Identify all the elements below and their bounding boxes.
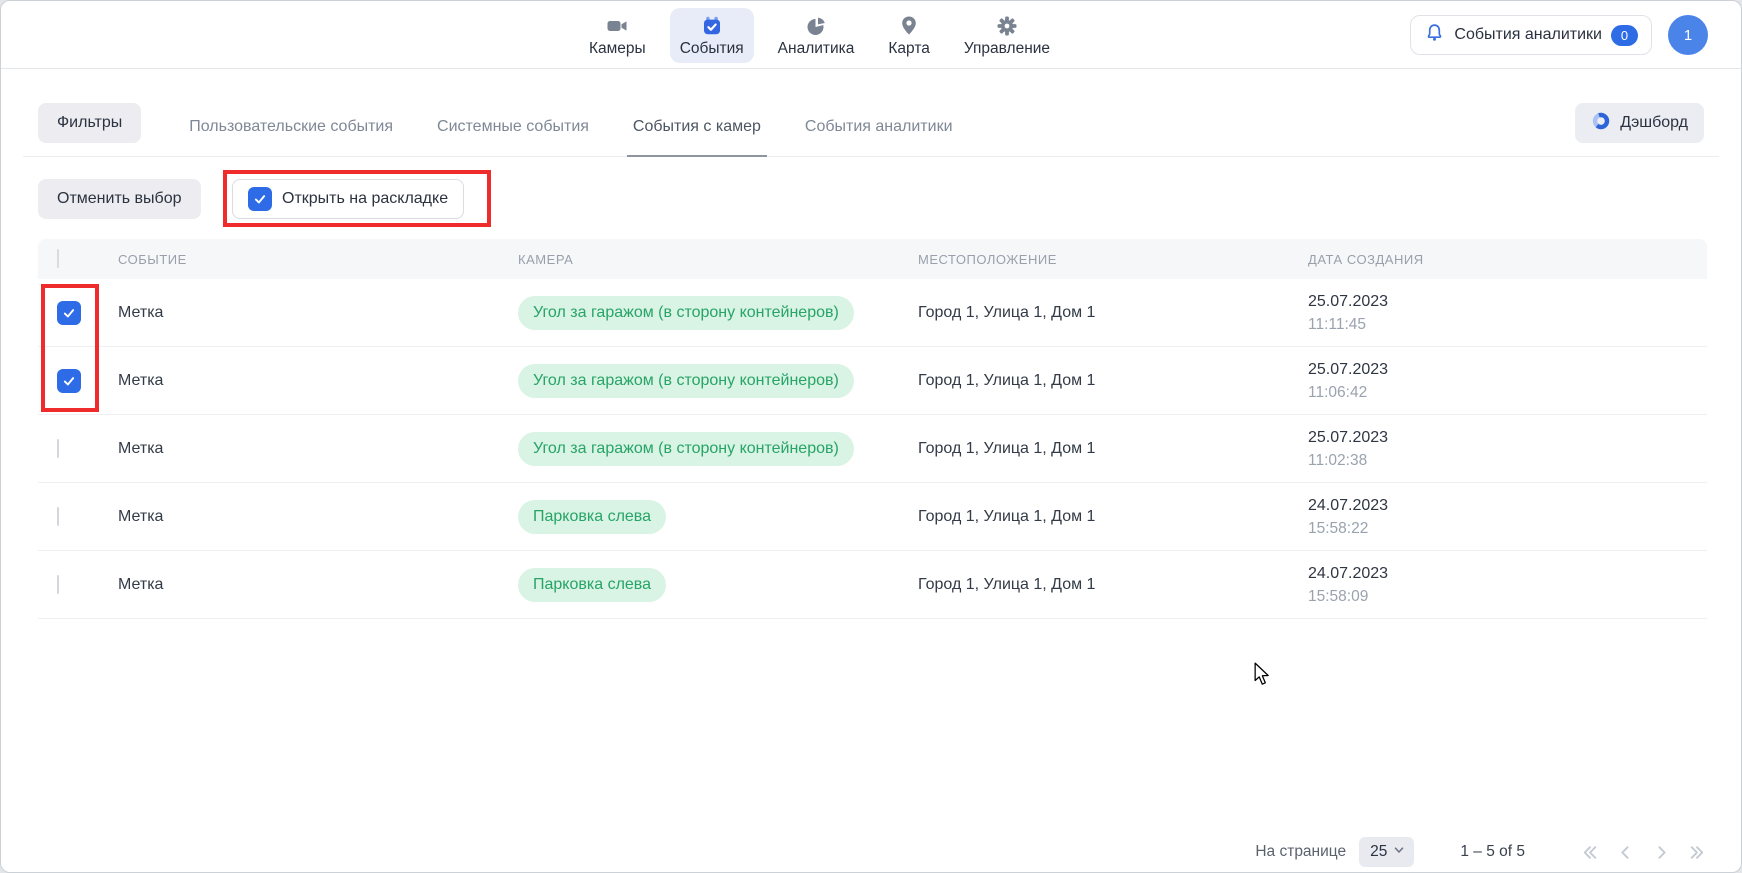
open-on-layout-label: Открыть на раскладке [282, 190, 448, 208]
nav-item-map[interactable]: Карта [878, 8, 939, 63]
user-avatar[interactable]: 1 [1668, 15, 1708, 55]
camera-tag[interactable]: Парковка слева [518, 568, 666, 602]
per-page-select[interactable]: 25 [1359, 837, 1414, 867]
created-date: 25.07.2023 [1308, 290, 1707, 313]
analytics-events-count-badge: 0 [1611, 25, 1638, 46]
created-time: 15:58:09 [1308, 585, 1707, 608]
event-name: Метка [118, 372, 518, 390]
table-row[interactable]: Метка Угол за гаражом (в сторону контейн… [38, 347, 1707, 415]
bell-icon [1424, 22, 1445, 48]
table-row[interactable]: Метка Парковка слева Город 1, Улица 1, Д… [38, 551, 1707, 619]
pagination-bar: На странице 25 1 – 5 of 5 [1255, 836, 1709, 868]
table-row[interactable]: Метка Парковка слева Город 1, Улица 1, Д… [38, 483, 1707, 551]
nav-item-management[interactable]: Управление [954, 8, 1060, 63]
donut-chart-icon [1591, 111, 1611, 136]
location-text: Город 1, Улица 1, Дом 1 [918, 440, 1308, 458]
event-name: Метка [118, 440, 518, 458]
pie-chart-icon [805, 15, 827, 37]
next-page-button[interactable] [1649, 840, 1673, 864]
row-checkbox[interactable] [57, 301, 81, 325]
last-page-button[interactable] [1685, 840, 1709, 864]
table-row[interactable]: Метка Угол за гаражом (в сторону контейн… [38, 279, 1707, 347]
event-name: Метка [118, 576, 518, 594]
filters-button[interactable]: Фильтры [38, 103, 141, 143]
nav-item-cameras[interactable]: Камеры [579, 8, 656, 63]
app-window: Камеры События [0, 0, 1742, 873]
event-name: Метка [118, 304, 518, 322]
gear-icon [996, 15, 1018, 37]
nav-item-events[interactable]: События [670, 8, 754, 63]
open-on-layout-toggle[interactable]: Открыть на раскладке [232, 179, 464, 219]
video-camera-icon [606, 15, 628, 37]
header-right-group: События аналитики 0 1 [1410, 15, 1708, 55]
nav-label: Камеры [589, 40, 646, 58]
created-time: 15:58:22 [1308, 517, 1707, 540]
table-header-row: СОБЫТИЕ КАМЕРА МЕСТОПОЛОЖЕНИЕ ДАТА СОЗДА… [38, 239, 1707, 279]
per-page-value: 25 [1370, 843, 1387, 861]
events-table: СОБЫТИЕ КАМЕРА МЕСТОПОЛОЖЕНИЕ ДАТА СОЗДА… [38, 239, 1707, 619]
pagination-range: 1 – 5 of 5 [1460, 843, 1525, 861]
camera-tag[interactable]: Угол за гаражом (в сторону контейнеров) [518, 432, 854, 466]
created-time: 11:06:42 [1308, 381, 1707, 404]
per-page-label: На странице [1255, 843, 1346, 861]
tab-system-events[interactable]: Системные события [437, 101, 589, 156]
tab-analytics-events[interactable]: События аналитики [805, 101, 953, 156]
select-all-checkbox[interactable] [57, 249, 59, 268]
calendar-event-icon [701, 15, 723, 37]
analytics-events-label: События аналитики [1454, 26, 1602, 44]
location-text: Город 1, Улица 1, Дом 1 [918, 372, 1308, 390]
nav-label: События [680, 40, 744, 58]
map-pin-icon [898, 15, 920, 37]
created-date: 24.07.2023 [1308, 562, 1707, 585]
nav-label: Аналитика [778, 40, 855, 58]
row-checkbox[interactable] [57, 369, 81, 393]
created-date: 25.07.2023 [1308, 426, 1707, 449]
cancel-selection-button[interactable]: Отменить выбор [38, 179, 201, 219]
created-date: 24.07.2023 [1308, 494, 1707, 517]
dashboard-button[interactable]: Дэшборд [1575, 103, 1704, 143]
mouse-cursor [1251, 662, 1273, 691]
nav-label: Управление [964, 40, 1050, 58]
table-row[interactable]: Метка Угол за гаражом (в сторону контейн… [38, 415, 1707, 483]
top-header: Камеры События [1, 1, 1741, 69]
main-navigation: Камеры События [579, 5, 1060, 65]
location-text: Город 1, Улица 1, Дом 1 [918, 508, 1308, 526]
created-time: 11:02:38 [1308, 449, 1707, 472]
tabs-bar: Фильтры Пользовательские события Системн… [23, 101, 1719, 157]
column-header-location: МЕСТОПОЛОЖЕНИЕ [918, 252, 1308, 267]
chevron-down-icon [1393, 843, 1405, 861]
row-checkbox[interactable] [57, 439, 59, 458]
camera-tag[interactable]: Парковка слева [518, 500, 666, 534]
row-checkbox[interactable] [57, 507, 59, 526]
created-time: 11:11:45 [1308, 313, 1707, 336]
dashboard-label: Дэшборд [1620, 114, 1688, 132]
event-name: Метка [118, 508, 518, 526]
camera-tag[interactable]: Угол за гаражом (в сторону контейнеров) [518, 364, 854, 398]
column-header-camera: КАМЕРА [518, 252, 918, 267]
first-page-button[interactable] [1577, 840, 1601, 864]
created-date: 25.07.2023 [1308, 358, 1707, 381]
prev-page-button[interactable] [1613, 840, 1637, 864]
tab-camera-events[interactable]: События с камер [633, 101, 761, 156]
open-on-layout-checkbox[interactable] [248, 187, 272, 211]
location-text: Город 1, Улица 1, Дом 1 [918, 576, 1308, 594]
pager-arrows [1577, 840, 1709, 864]
nav-label: Карта [888, 40, 929, 58]
nav-item-analytics[interactable]: Аналитика [768, 8, 865, 63]
location-text: Город 1, Улица 1, Дом 1 [918, 304, 1308, 322]
column-header-created: ДАТА СОЗДАНИЯ [1308, 252, 1707, 267]
camera-tag[interactable]: Угол за гаражом (в сторону контейнеров) [518, 296, 854, 330]
tab-user-events[interactable]: Пользовательские события [189, 101, 393, 156]
analytics-events-button[interactable]: События аналитики 0 [1410, 15, 1652, 55]
column-header-event: СОБЫТИЕ [118, 252, 518, 267]
row-checkbox[interactable] [57, 575, 59, 594]
